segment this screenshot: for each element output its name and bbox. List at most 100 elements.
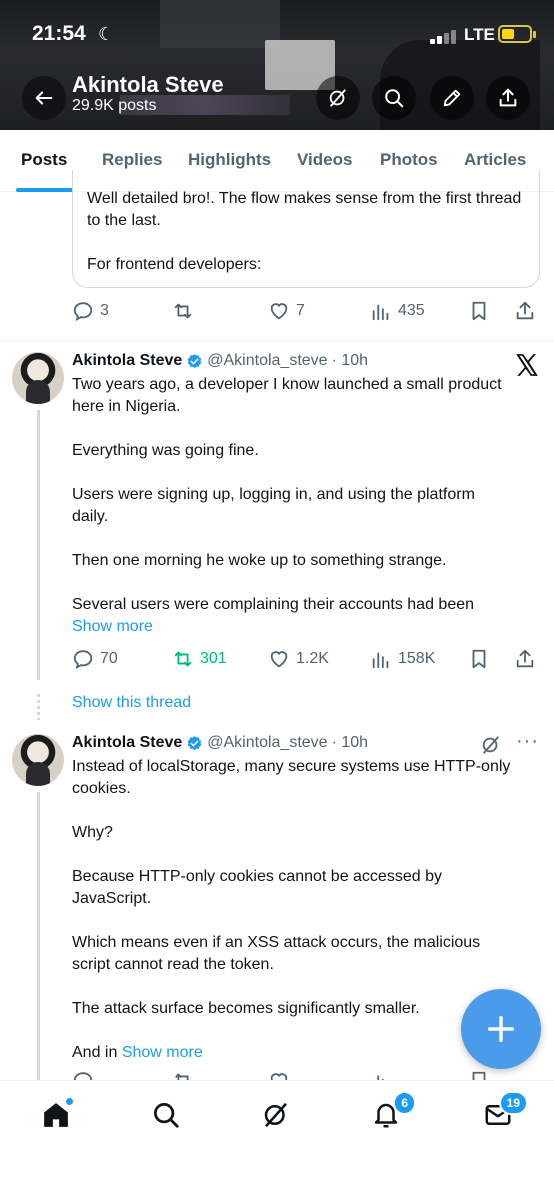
post-time: · 10h xyxy=(331,734,369,751)
post-time: · 10h xyxy=(331,352,369,369)
post-paragraph: Several users were complaining their acc… xyxy=(72,594,512,638)
grok-button[interactable] xyxy=(316,76,360,120)
nav-messages[interactable]: 19 xyxy=(478,1091,528,1135)
repost-icon xyxy=(174,651,192,667)
nav-home[interactable] xyxy=(36,1095,76,1135)
post-paragraph: Instead of localStorage, many secure sys… xyxy=(72,758,511,797)
show-thread-link[interactable]: Show this thread xyxy=(72,694,191,712)
post-paragraph: Why? xyxy=(72,824,113,841)
show-more-link[interactable]: Show more xyxy=(122,1044,203,1061)
post-paragraph: Two years ago, a developer I know launch… xyxy=(72,376,502,415)
post-actions: 70 301 1.2K 158K xyxy=(72,648,542,676)
heart-icon xyxy=(270,651,288,668)
thread-line xyxy=(37,792,40,1082)
bookmark-icon[interactable] xyxy=(468,1070,490,1080)
verified-badge-icon xyxy=(187,353,202,368)
profile-header: 21:54 ☾ LTE Akintola Steve 29.9K posts xyxy=(0,0,554,130)
grok-icon[interactable] xyxy=(480,734,502,756)
post-header: Akintola Steve @Akintola_steve · 10h xyxy=(72,734,368,752)
quoted-post-card[interactable]: Well detailed bro!. The flow makes sense… xyxy=(72,170,540,288)
home-notification-dot xyxy=(65,1097,74,1106)
thread-line xyxy=(37,410,40,680)
more-options-icon[interactable]: ··· xyxy=(516,730,539,753)
nav-grok[interactable] xyxy=(256,1095,296,1135)
tab-articles[interactable]: Articles xyxy=(464,150,526,170)
tab-replies[interactable]: Replies xyxy=(102,150,162,170)
tab-posts[interactable]: Posts xyxy=(21,150,67,170)
heart-icon xyxy=(270,303,288,320)
quoted-text-2: For frontend developers: xyxy=(87,256,262,273)
nav-search[interactable] xyxy=(146,1095,186,1135)
bookmark-icon xyxy=(472,301,486,321)
reply-count: 3 xyxy=(100,302,109,319)
repost-button[interactable] xyxy=(172,300,194,322)
share-icon xyxy=(499,88,517,107)
tab-videos[interactable]: Videos xyxy=(297,150,352,170)
plus-icon xyxy=(487,1015,515,1043)
repost-button[interactable]: 301 xyxy=(172,648,227,670)
post-paragraph: Which means even if an XSS attack occurs… xyxy=(72,934,481,973)
thread-connector xyxy=(37,694,40,720)
view-count: 435 xyxy=(398,302,425,319)
verified-badge-icon xyxy=(187,735,202,750)
repost-icon xyxy=(174,303,192,319)
views-icon xyxy=(372,652,389,669)
tab-photos[interactable]: Photos xyxy=(380,150,438,170)
like-button[interactable]: 7 xyxy=(268,300,305,322)
search-button[interactable] xyxy=(372,76,416,120)
view-count: 158K xyxy=(398,650,436,667)
reply-count: 70 xyxy=(100,650,118,667)
active-tab-indicator xyxy=(16,188,73,192)
nav-notifications[interactable]: 6 xyxy=(366,1091,416,1135)
bottom-navigation: 6 19 xyxy=(0,1080,554,1199)
signal-icon xyxy=(430,28,460,44)
quoted-text: Well detailed bro!. The flow makes sense… xyxy=(87,190,522,229)
like-button[interactable]: 1.2K xyxy=(268,648,329,670)
bookmark-button[interactable] xyxy=(468,300,490,322)
bookmark-button[interactable] xyxy=(468,648,490,670)
post-actions: 3 7 435 xyxy=(72,300,542,328)
share-icon xyxy=(516,649,534,668)
like-count: 1.2K xyxy=(296,650,329,667)
edit-button[interactable] xyxy=(430,76,474,120)
heart-icon[interactable] xyxy=(268,1070,290,1080)
reply-icon xyxy=(73,302,93,322)
bookmark-icon xyxy=(472,649,486,669)
post-paragraph-text: Several users were complaining their acc… xyxy=(72,596,475,613)
search-icon xyxy=(385,89,404,108)
repost-icon[interactable] xyxy=(172,1070,194,1080)
network-label: LTE xyxy=(464,25,495,44)
reply-icon[interactable] xyxy=(72,1070,94,1080)
reply-button[interactable]: 70 xyxy=(72,648,118,670)
views-button[interactable]: 435 xyxy=(370,300,425,322)
avatar[interactable] xyxy=(12,734,64,786)
share-post-button[interactable] xyxy=(514,300,536,322)
search-icon xyxy=(154,1103,179,1128)
profile-post-count: 29.9K posts xyxy=(72,97,157,114)
moon-icon: ☾ xyxy=(98,24,115,44)
post-actions-partial xyxy=(72,1070,542,1080)
views-icon[interactable] xyxy=(370,1070,392,1080)
back-button[interactable] xyxy=(22,76,66,120)
compose-post-button[interactable] xyxy=(461,989,541,1069)
status-time: 21:54 xyxy=(32,22,86,45)
author-name[interactable]: Akintola Steve xyxy=(72,352,182,370)
avatar[interactable] xyxy=(12,352,64,404)
notifications-badge: 6 xyxy=(393,1091,416,1115)
share-icon xyxy=(516,301,534,320)
post-body: Two years ago, a developer I know launch… xyxy=(72,374,512,638)
author-handle: @Akintola_steve xyxy=(207,352,328,369)
views-icon xyxy=(372,304,389,321)
x-logo-icon xyxy=(516,354,538,376)
share-button[interactable] xyxy=(486,76,530,120)
profile-name: Akintola Steve xyxy=(72,72,224,97)
views-button[interactable]: 158K xyxy=(370,648,435,670)
reply-button[interactable]: 3 xyxy=(72,300,109,322)
show-more-link[interactable]: Show more xyxy=(72,618,153,635)
share-post-button[interactable] xyxy=(514,648,536,670)
grok-icon xyxy=(329,89,347,107)
tab-highlights[interactable]: Highlights xyxy=(188,150,271,170)
arrow-left-icon xyxy=(35,91,53,105)
author-name[interactable]: Akintola Steve xyxy=(72,734,182,752)
post-paragraph-text: And in xyxy=(72,1044,118,1061)
